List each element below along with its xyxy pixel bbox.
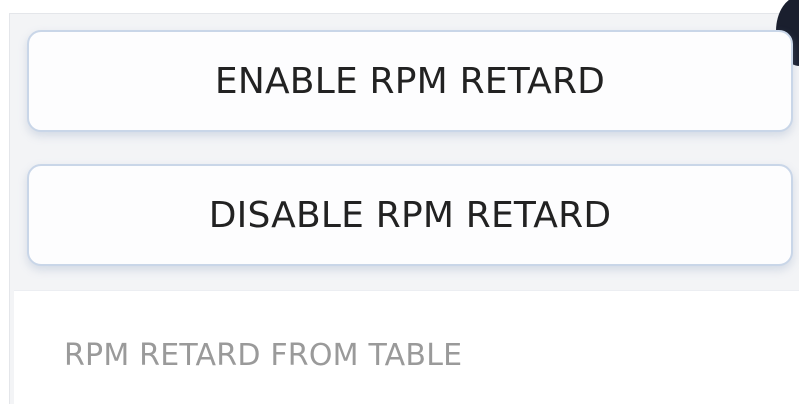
- enable-rpm-retard-label: ENABLE RPM RETARD: [214, 60, 606, 102]
- rpm-retard-from-table-label: RPM RETARD FROM TABLE: [64, 338, 463, 373]
- rpm-retard-from-table-option[interactable]: RPM RETARD FROM TABLE: [14, 290, 799, 404]
- disable-rpm-retard-button[interactable]: DISABLE RPM RETARD: [27, 164, 793, 266]
- rpm-retard-control-panel: ENABLE RPM RETARD DISABLE RPM RETARD RPM…: [9, 0, 799, 404]
- disable-rpm-retard-label: DISABLE RPM RETARD: [208, 194, 612, 236]
- enable-rpm-retard-button[interactable]: ENABLE RPM RETARD: [27, 30, 793, 132]
